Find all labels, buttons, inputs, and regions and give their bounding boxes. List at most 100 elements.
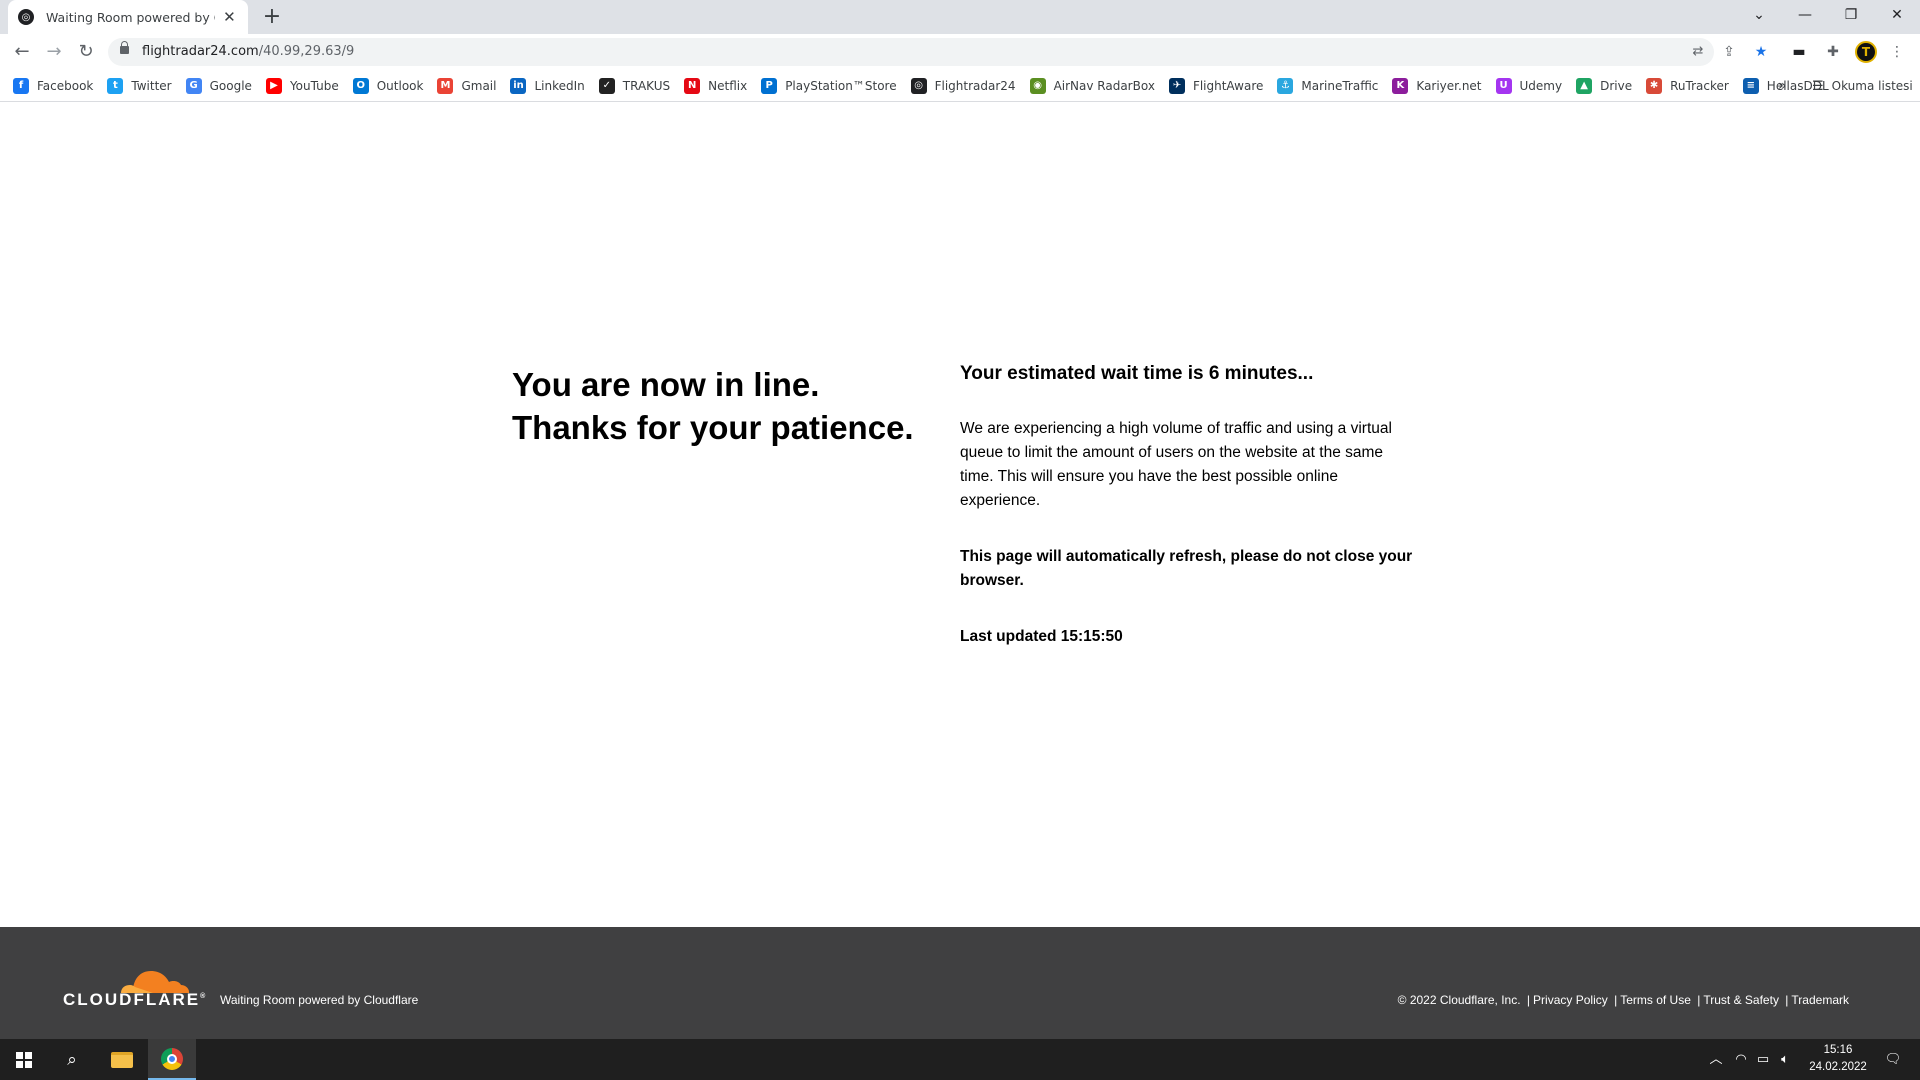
- reading-list-label: Okuma listesi: [1831, 79, 1913, 93]
- bookmark-gmail[interactable]: M Gmail: [437, 77, 496, 95]
- bookmark-label: Kariyer.net: [1416, 79, 1482, 93]
- bookmark-flightaware[interactable]: ✈ FlightAware: [1168, 77, 1264, 95]
- cloudflare-footer: CLOUDFLARE® Waiting Room powered by Clou…: [0, 927, 1920, 1039]
- battery-icon[interactable]: ▭: [1752, 1039, 1774, 1080]
- taskbar-clock[interactable]: 15:16 24.02.2022: [1800, 1042, 1876, 1076]
- network-icon[interactable]: ◠: [1730, 1039, 1752, 1080]
- url-path: /40.99,29.63/9: [258, 44, 355, 59]
- cloudflare-wordmark: CLOUDFLARE®: [63, 990, 207, 1010]
- bookmark-rutracker[interactable]: ✱ RuTracker: [1646, 77, 1729, 95]
- bookmark-label: FlightAware: [1192, 79, 1264, 93]
- terms-of-use-link[interactable]: Terms of Use: [1620, 993, 1691, 1007]
- bookmark-label: Drive: [1600, 79, 1633, 93]
- share-icon[interactable]: ⇪: [1718, 42, 1740, 62]
- restore-button[interactable]: ❐: [1828, 0, 1874, 30]
- browser-toolbar: ← → ↻ flightradar24.com/40.99,29.63/9 ⇄ …: [0, 34, 1920, 70]
- tab-search-icon[interactable]: ⌄: [1736, 0, 1782, 30]
- volume-icon[interactable]: 🔈︎: [1774, 1039, 1796, 1080]
- bookmark-drive[interactable]: ▲ Drive: [1576, 77, 1632, 95]
- udemy-icon: U: [1495, 78, 1512, 94]
- translate-icon[interactable]: ⇄: [1688, 42, 1708, 62]
- traffic-explanation: We are experiencing a high volume of tra…: [960, 420, 1392, 509]
- bookmark-airnav-radarbox[interactable]: ◉ AirNav RadarBox: [1029, 77, 1155, 95]
- bookmark-star-icon[interactable]: ★: [1750, 42, 1772, 62]
- bookmark-label: PlayStation™Store: [785, 79, 897, 93]
- copyright-text: © 2022 Cloudflare, Inc.: [1397, 993, 1521, 1007]
- search-button[interactable]: ⌕: [48, 1039, 96, 1080]
- bookmark-label: YouTube: [289, 79, 339, 93]
- window-close-button[interactable]: ✕: [1874, 0, 1920, 30]
- cloudflare-logo-text: CLOUDFLARE: [63, 990, 201, 1009]
- profile-avatar[interactable]: T: [1855, 41, 1877, 63]
- bookmark-outlook[interactable]: O Outlook: [352, 77, 423, 95]
- bookmark-youtube[interactable]: ▶ YouTube: [265, 77, 339, 95]
- refresh-notice: This page will automatically refresh, pl…: [960, 548, 1413, 589]
- forward-button[interactable]: →: [40, 38, 68, 66]
- chrome-taskbar-button[interactable]: [148, 1039, 196, 1080]
- drive-icon: ▲: [1576, 78, 1593, 94]
- clock-date: 24.02.2022: [1809, 1061, 1867, 1073]
- privacy-policy-link[interactable]: Privacy Policy: [1533, 993, 1608, 1007]
- url-text[interactable]: flightradar24.com/40.99,29.63/9: [142, 44, 354, 59]
- marinetraffic-icon: ⚓: [1277, 78, 1294, 94]
- new-tab-button[interactable]: +: [259, 4, 285, 30]
- chrome-icon: [161, 1047, 183, 1070]
- bookmark-kariyer-net[interactable]: K Kariyer.net: [1392, 77, 1482, 95]
- headline-line-1: You are now in line.: [512, 366, 820, 403]
- flightradar-icon: ◎: [910, 78, 927, 94]
- flightradar-favicon: ◎: [18, 9, 34, 25]
- bookmarks-bar: f Facebook t Twitter G Google ▶ YouTube O Outlook…: [0, 70, 1920, 102]
- bookmark-trakus[interactable]: ✓ TRAKUS: [598, 77, 670, 95]
- google-icon: G: [185, 78, 202, 94]
- bookmark-label: Netflix: [708, 79, 748, 93]
- twitter-icon: t: [107, 78, 124, 94]
- bookmark-linkedin[interactable]: in LinkedIn: [510, 77, 585, 95]
- start-button[interactable]: [0, 1039, 48, 1080]
- kariyer-icon: K: [1392, 78, 1409, 94]
- netflix-icon: N: [684, 78, 701, 94]
- bookmark-label: Udemy: [1519, 79, 1563, 93]
- extension-card-icon[interactable]: ▬: [1788, 42, 1810, 62]
- close-tab-icon[interactable]: ✕: [221, 8, 238, 26]
- extensions-puzzle-icon[interactable]: ✚: [1822, 42, 1844, 62]
- show-hidden-icons-icon[interactable]: ︿: [1706, 1039, 1726, 1080]
- queue-info: Your estimated wait time is 6 minutes...…: [960, 361, 1420, 649]
- outlook-icon: O: [352, 78, 369, 94]
- rutracker-icon: ✱: [1646, 78, 1663, 94]
- trakus-icon: ✓: [598, 78, 615, 94]
- reload-button[interactable]: ↻: [72, 38, 100, 66]
- minimize-button[interactable]: —: [1782, 0, 1828, 30]
- reading-list-icon: ☰: [1812, 78, 1824, 94]
- bookmark-google[interactable]: G Google: [185, 77, 252, 95]
- address-bar[interactable]: flightradar24.com/40.99,29.63/9 ⇄: [108, 38, 1714, 66]
- bookmark-facebook[interactable]: f Facebook: [13, 77, 93, 95]
- back-button[interactable]: ←: [8, 38, 36, 66]
- bookmark-udemy[interactable]: U Udemy: [1495, 77, 1563, 95]
- file-explorer-button[interactable]: [98, 1039, 146, 1080]
- facebook-icon: f: [13, 78, 29, 94]
- bookmark-label: Facebook: [37, 79, 94, 93]
- separator: |: [1697, 993, 1701, 1007]
- bookmark-playstation-store[interactable]: P PlayStation™Store: [761, 77, 897, 95]
- bookmark-netflix[interactable]: N Netflix: [684, 77, 747, 95]
- url-host: flightradar24.com: [142, 44, 259, 59]
- tab-waiting-room[interactable]: ◎ Waiting Room powered by Cloudflare ✕: [8, 0, 248, 34]
- reading-list-button[interactable]: ☰ Okuma listesi: [1812, 77, 1913, 95]
- tab-title: Waiting Room powered by Cloudflare: [46, 9, 215, 25]
- bookmark-flightradar24[interactable]: ◎ Flightradar24: [910, 77, 1016, 95]
- page-headline: You are now in line. Thanks for your pat…: [512, 363, 914, 449]
- trademark-link[interactable]: Trademark: [1791, 993, 1849, 1007]
- bookmark-marinetraffic[interactable]: ⚓ MarineTraffic: [1277, 77, 1378, 95]
- radarbox-icon: ◉: [1029, 78, 1046, 94]
- menu-icon[interactable]: ⋮: [1886, 42, 1908, 62]
- bookmark-twitter[interactable]: t Twitter: [107, 77, 172, 95]
- playstation-icon: P: [761, 78, 778, 94]
- bookmark-label: RuTracker: [1670, 79, 1729, 93]
- notifications-icon[interactable]: 🗨︎: [1878, 1039, 1908, 1080]
- trademark-mark: ®: [200, 993, 208, 1001]
- legal-links: © 2022 Cloudflare, Inc. | Privacy Policy …: [1398, 993, 1849, 1007]
- youtube-icon: ▶: [265, 78, 282, 94]
- lock-icon[interactable]: [120, 41, 129, 54]
- bookmarks-overflow-button[interactable]: »: [1778, 77, 1787, 95]
- trust-safety-link[interactable]: Trust & Safety: [1703, 993, 1779, 1007]
